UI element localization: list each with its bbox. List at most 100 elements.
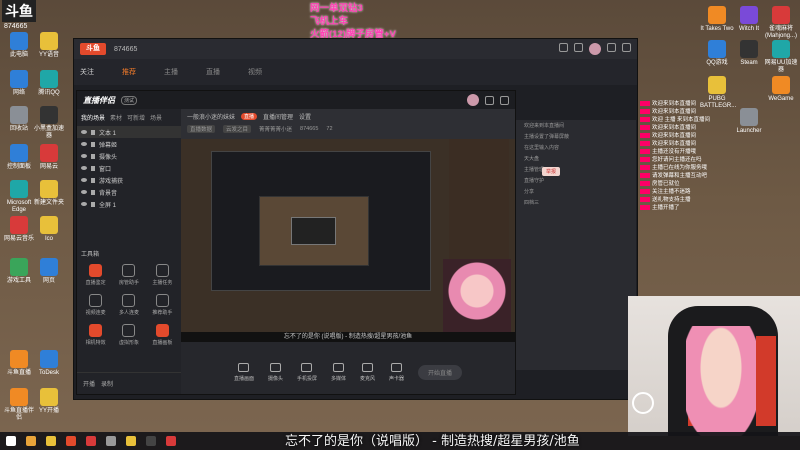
follow-button[interactable]: 关注 xyxy=(80,67,94,77)
tool-button[interactable]: 直播鉴定 xyxy=(79,264,112,286)
report-button[interactable]: 举报 xyxy=(542,167,561,176)
close-icon[interactable] xyxy=(500,95,509,105)
eye-icon[interactable] xyxy=(81,142,87,146)
app-icon[interactable] xyxy=(86,436,96,446)
desktop-icon[interactable]: Ico xyxy=(32,216,66,243)
desktop-icon[interactable]: 网易云音乐 xyxy=(2,216,36,243)
lock-icon[interactable] xyxy=(91,141,95,147)
eye-icon[interactable] xyxy=(81,178,87,182)
desktop-icon[interactable]: Microsoft Edge xyxy=(2,180,36,214)
scene-item[interactable]: 背景音 xyxy=(77,186,181,198)
side-tab[interactable]: 场景 xyxy=(150,113,162,122)
desktop-icon[interactable]: It Takes Two xyxy=(700,6,734,33)
desktop-icon[interactable]: 控制面板 xyxy=(2,144,36,171)
app-icon[interactable] xyxy=(106,436,116,446)
source-button[interactable]: 直播画面 xyxy=(234,362,254,382)
start-broadcast-button[interactable]: 开播 xyxy=(83,379,95,388)
scene-item[interactable]: 游戏捕获 xyxy=(77,174,181,186)
side-tab[interactable]: 我的场景 xyxy=(81,113,105,122)
desktop-icon[interactable]: Steam xyxy=(732,40,766,67)
eye-icon[interactable] xyxy=(81,166,87,170)
lock-icon[interactable] xyxy=(91,165,95,171)
tab-video[interactable]: 视频 xyxy=(248,67,262,77)
tool-button[interactable]: 房管助手 xyxy=(112,264,145,286)
tab-streamer[interactable]: 主播 xyxy=(164,67,178,77)
desktop-icon[interactable]: 腾讯QQ xyxy=(32,70,66,97)
desktop-icon[interactable]: 雀魂麻将 (Mahjong...) xyxy=(764,6,798,40)
app-icon[interactable] xyxy=(166,436,176,446)
lock-icon[interactable] xyxy=(91,153,95,159)
start-icon[interactable] xyxy=(6,436,16,446)
scene-item[interactable]: 全屏 1 xyxy=(77,198,181,210)
stream-preview[interactable] xyxy=(181,139,515,339)
scene-item[interactable]: 窗口 xyxy=(77,162,181,174)
streamer-tool-window[interactable]: 直播伴侣 测试 我的场景 素材 可新增 场景 文本 1 弹幕姬 摄像头 窗口 游戏捕获背… xyxy=(76,90,516,395)
tool-button[interactable]: 推荐助手 xyxy=(146,294,179,316)
scene-item[interactable]: 弹幕姬 xyxy=(77,138,181,150)
eye-icon[interactable] xyxy=(81,130,87,134)
minimize-icon[interactable] xyxy=(607,43,616,52)
room-manage[interactable]: 直播间管理 xyxy=(263,112,293,121)
desktop-icon[interactable]: 新建文件夹 xyxy=(32,180,66,207)
tool-button[interactable]: 直播画板 xyxy=(146,324,179,346)
lock-icon[interactable] xyxy=(91,177,95,183)
scene-item[interactable]: 摄像头 xyxy=(77,150,181,162)
tab-live[interactable]: 直播 xyxy=(206,67,220,77)
lock-icon[interactable] xyxy=(91,201,95,207)
tool-button[interactable]: 相机特效 xyxy=(79,324,112,346)
desktop-icon[interactable]: 斗鱼直播伴侣 xyxy=(2,388,36,422)
desktop-icon[interactable]: 小黑盒加速器 xyxy=(32,106,66,140)
source-button[interactable]: 手机投屏 xyxy=(297,362,317,382)
desktop-icon[interactable]: 游戏工具 xyxy=(2,258,36,285)
eye-icon[interactable] xyxy=(81,190,87,194)
tab-recommend[interactable]: 推荐 xyxy=(122,67,136,77)
window-title-bar[interactable]: 斗鱼 874665 xyxy=(74,39,637,59)
side-tab[interactable]: 素材 xyxy=(110,113,122,122)
app-icon[interactable] xyxy=(146,436,156,446)
go-live-button[interactable]: 开始直播 xyxy=(418,364,463,380)
source-button[interactable]: 声卡器 xyxy=(389,362,404,382)
desktop-icon[interactable]: 网易UU加速器 xyxy=(764,40,798,74)
close-icon[interactable] xyxy=(622,43,631,52)
eye-icon[interactable] xyxy=(81,154,87,158)
tool-button[interactable]: 主播任务 xyxy=(146,264,179,286)
folder-icon[interactable] xyxy=(46,436,56,446)
app-icon[interactable] xyxy=(26,436,36,446)
desktop-icon[interactable]: 网页 xyxy=(32,258,66,285)
scene-label: 弹幕姬 xyxy=(99,142,118,149)
tool-button[interactable]: 视频连麦 xyxy=(79,294,112,316)
user-avatar[interactable] xyxy=(589,43,601,55)
streamer-avatar[interactable] xyxy=(467,94,479,106)
record-button[interactable]: 录制 xyxy=(101,379,113,388)
app-icon[interactable] xyxy=(126,436,136,446)
lock-icon[interactable] xyxy=(91,129,95,135)
download-icon[interactable] xyxy=(574,43,583,52)
room-settings[interactable]: 设置 xyxy=(299,112,311,121)
douyu-icon[interactable] xyxy=(66,436,76,446)
desktop-icon[interactable]: 回收站 xyxy=(2,106,36,133)
minimize-icon[interactable] xyxy=(485,95,494,105)
desktop-icon[interactable]: 网易云 xyxy=(32,144,66,171)
desktop-icon[interactable]: QQ游戏 xyxy=(700,40,734,67)
source-button[interactable]: 摄像头 xyxy=(268,362,283,382)
tool-title-bar[interactable]: 直播伴侣 测试 xyxy=(77,91,515,109)
desktop-icon[interactable]: 此电脑 xyxy=(2,32,36,59)
history-icon[interactable] xyxy=(559,43,568,52)
source-button[interactable]: 麦克风 xyxy=(360,362,375,382)
desktop-icon[interactable]: ToDesk xyxy=(32,350,66,377)
desktop-icon[interactable]: 斗鱼直播 xyxy=(2,350,36,377)
meta-chip[interactable]: 直播数据 xyxy=(187,125,216,133)
side-tab[interactable]: 可新增 xyxy=(127,113,145,122)
lock-icon[interactable] xyxy=(91,189,95,195)
meta-chip[interactable]: 云发之目 xyxy=(223,125,252,133)
desktop-icon[interactable]: YY开播 xyxy=(32,388,66,415)
desktop-icon[interactable]: 网络 xyxy=(2,70,36,97)
eye-icon[interactable] xyxy=(81,202,87,206)
desktop-icon[interactable]: Witch It xyxy=(732,6,766,33)
desktop-icon[interactable]: YY语音 xyxy=(32,32,66,59)
desktop-icon[interactable]: WeGame xyxy=(764,76,798,103)
tool-button[interactable]: 虚拟形象 xyxy=(112,324,145,346)
scene-item[interactable]: 文本 1 xyxy=(77,126,181,138)
source-button[interactable]: 多媒体 xyxy=(331,362,346,382)
tool-button[interactable]: 多人连麦 xyxy=(112,294,145,316)
